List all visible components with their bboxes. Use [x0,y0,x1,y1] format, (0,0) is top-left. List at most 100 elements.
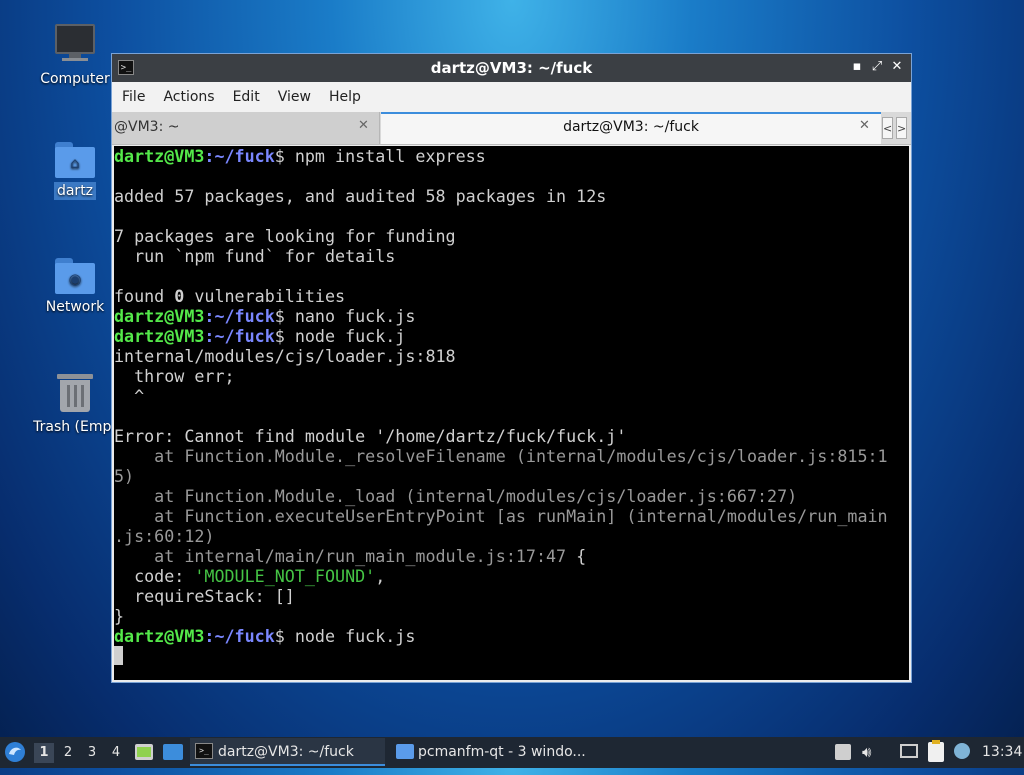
output-text: throw err; [114,366,235,386]
workspace-1-button[interactable]: 1 [34,743,54,763]
desktop-icon-network[interactable]: ◉ Network [30,258,120,316]
task-label: pcmanfm-qt - 3 windo... [418,744,586,760]
output-text: added 57 packages, and audited 58 packag… [114,186,607,206]
menu-view[interactable]: View [274,89,321,105]
screenshot-icon[interactable] [835,744,851,760]
tab-bar: @VM3: ~ ✕ dartz@VM3: ~/fuck ✕ < > [112,112,911,145]
prompt-user: dartz@VM3 [114,326,205,346]
terminal-line: Error: Cannot find module '/home/dartz/f… [114,426,909,446]
prompt-symbol: $ [274,626,285,646]
stack-trace-text: 5) [114,466,135,486]
task-terminal[interactable]: >_ dartz@VM3: ~/fuck [190,738,385,766]
trash-icon [57,372,93,414]
prompt-symbol: $ [274,306,285,326]
stack-trace-text: at Function.Module._load (internal/modul… [114,486,798,506]
window-title: dartz@VM3: ~/fuck [430,59,593,77]
tab-home[interactable]: @VM3: ~ ✕ [112,112,380,144]
terminal-output: dartz@VM3:~/fuck$ npm install express add… [114,146,909,666]
terminal-icon: >_ [195,743,213,759]
terminal-line: internal/modules/cjs/loader.js:818 [114,346,909,366]
computer-icon [54,22,96,66]
output-text: run `npm fund` for details [114,246,396,266]
output-text: vulnerabilities [184,286,346,306]
output-text: Error: Cannot find module '/home/dartz/f… [114,426,627,446]
prompt-symbol: $ [274,146,285,166]
workspace-4-button[interactable]: 4 [106,743,126,763]
prompt-path: :~/fuck [204,146,275,166]
tab-close-button[interactable]: ✕ [859,118,870,133]
desktop-icon-computer[interactable]: Computer [30,22,120,88]
desktop-icon-label: Trash (Empt [33,419,117,435]
home-folder-icon: ⌂ [55,142,95,178]
terminal-line: 7 packages are looking for funding [114,226,909,246]
prompt-path: :~/fuck [204,306,275,326]
menu-edit[interactable]: Edit [229,89,270,105]
terminal-line: at Function.Module._load (internal/modul… [114,486,909,506]
prompt-user: dartz@VM3 [114,306,205,326]
close-button[interactable]: ✕ [889,59,905,75]
terminal-line: } [114,606,909,626]
prompt-user: dartz@VM3 [114,626,205,646]
terminal-view[interactable]: dartz@VM3:~/fuck$ npm install express add… [114,146,909,680]
menu-actions[interactable]: Actions [159,89,224,105]
prompt-user: dartz@VM3 [114,146,205,166]
network-icon[interactable] [900,744,920,760]
show-desktop-icon[interactable] [163,743,183,761]
terminal-line: requireStack: [] [114,586,909,606]
update-notifier-icon[interactable] [954,743,972,761]
tab-label: @VM3: ~ [114,119,180,135]
file-manager-icon[interactable] [135,743,153,761]
task-pcmanfm[interactable]: pcmanfm-qt - 3 windo... [390,738,600,766]
terminal-line: at Function.executeUserEntryPoint [as ru… [114,506,909,526]
output-text: { [566,546,587,566]
terminal-line [114,646,909,666]
terminal-line: at internal/main/run_main_module.js:17:4… [114,546,909,566]
output-text: ^ [114,386,145,406]
network-folder-icon: ◉ [55,258,95,294]
desktop-icon-trash[interactable]: Trash (Empt [30,372,120,436]
output-text: requireStack: [] [114,586,295,606]
tab-close-button[interactable]: ✕ [358,118,369,133]
output-text: } [114,606,125,626]
maximize-button[interactable]: ⤢ [869,59,885,75]
lxqt-menu-icon[interactable] [4,741,28,765]
command-text: nano fuck.js [284,306,416,326]
tab-fuck[interactable]: dartz@VM3: ~/fuck ✕ [381,112,881,144]
terminal-line: dartz@VM3:~/fuck$ nano fuck.js [114,306,909,326]
folder-icon [396,744,414,759]
command-text: node fuck.js [284,626,416,646]
tab-scroll-right-button[interactable]: > [896,117,907,139]
workspace-2-button[interactable]: 2 [58,743,78,763]
minimize-button[interactable]: ▪ [849,59,865,75]
menu-file[interactable]: File [118,89,155,105]
terminal-line: added 57 packages, and audited 58 packag… [114,186,909,206]
terminal-line: dartz@VM3:~/fuck$ node fuck.j [114,326,909,346]
clock[interactable]: 13:34 [982,737,1022,768]
output-text: internal/modules/cjs/loader.js:818 [114,346,456,366]
desktop-icon-home[interactable]: ⌂ dartz [30,142,120,200]
tab-scroll-left-button[interactable]: < [882,117,893,139]
terminal-line: dartz@VM3:~/fuck$ npm install express [114,146,909,166]
prompt-path: :~/fuck [204,326,275,346]
clipboard-icon[interactable] [928,740,944,762]
terminal-line: dartz@VM3:~/fuck$ node fuck.js [114,626,909,646]
prompt-path: :~/fuck [204,626,275,646]
terminal-line: found 0 vulnerabilities [114,286,909,306]
output-text: found [114,286,175,306]
terminal-line: at Function.Module._resolveFilename (int… [114,446,909,466]
volume-icon[interactable]: 🔊︎ [862,737,882,768]
prompt-symbol: $ [274,326,285,346]
vulnerability-count: 0 [174,286,185,306]
stack-trace-text: at Function.executeUserEntryPoint [as ru… [114,506,888,526]
window-titlebar[interactable]: >_ dartz@VM3: ~/fuck ▪ ⤢ ✕ [112,54,911,82]
output-text: 7 packages are looking for funding [114,226,456,246]
terminal-window: >_ dartz@VM3: ~/fuck ▪ ⤢ ✕ File Actions … [111,53,912,683]
tab-label: dartz@VM3: ~/fuck [563,119,699,135]
menu-help[interactable]: Help [325,89,371,105]
workspace-3-button[interactable]: 3 [82,743,102,763]
terminal-line: run `npm fund` for details [114,246,909,266]
